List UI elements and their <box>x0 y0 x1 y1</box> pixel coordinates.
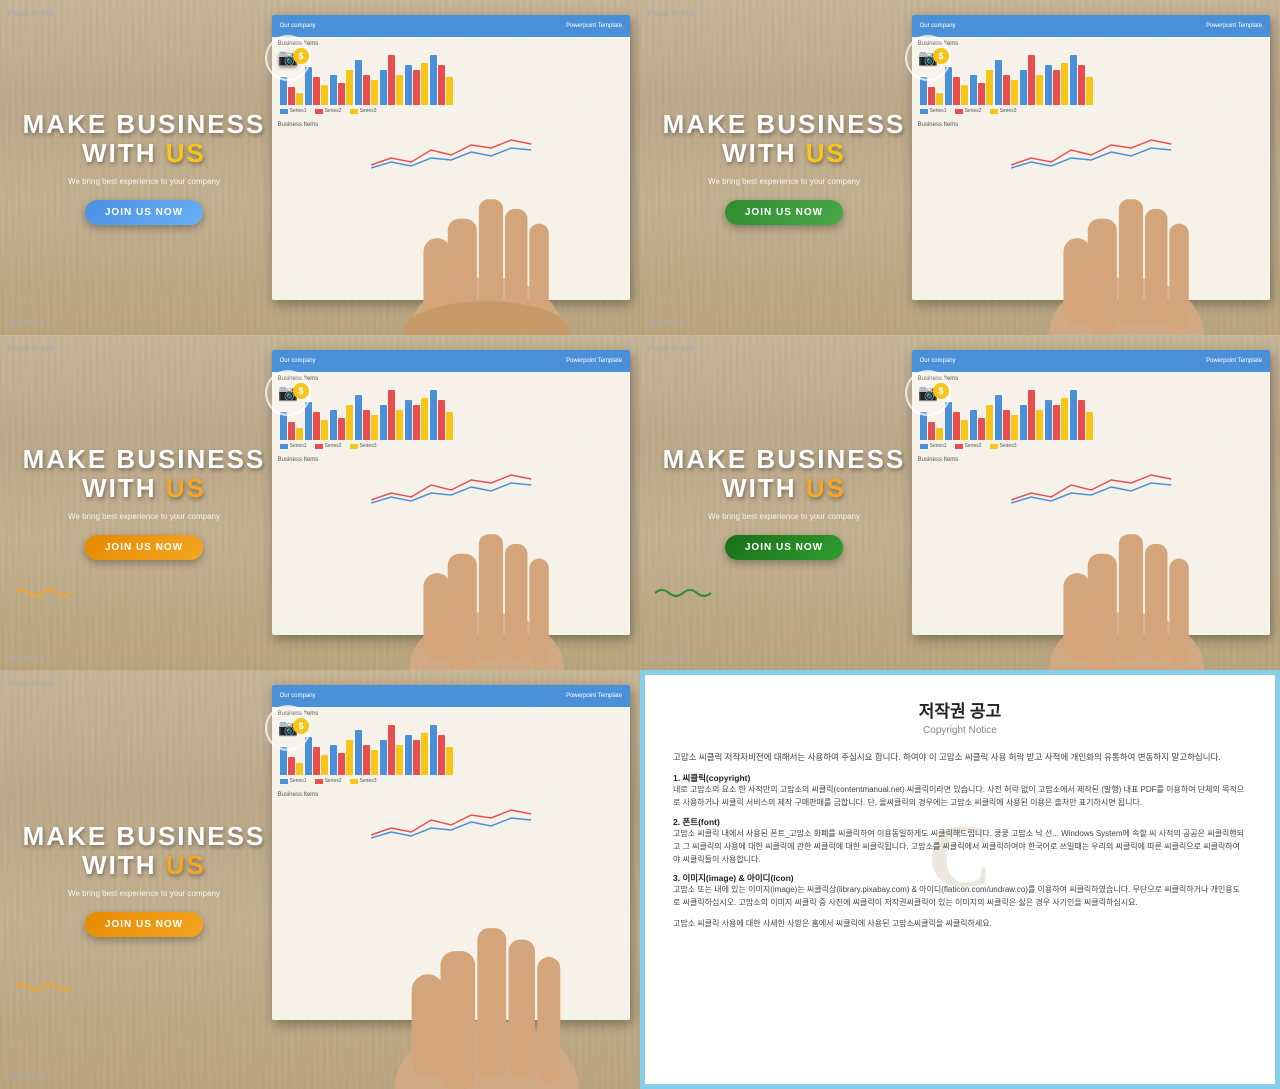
slide-4-content: MAKE BUSINESS WITH US We bring best expe… <box>640 335 928 670</box>
slide-2-headline1: MAKE BUSINESS <box>663 110 906 139</box>
slide-2-content: MAKE BUSINESS WITH US We bring best expe… <box>640 0 928 335</box>
slide-2-headline2: WITH US <box>722 139 846 168</box>
copyright-footer: 고맙소 씨클릭 사용에 대한 사세한 사항은 홈에서 씨클릭에 사용된 고맙소씨… <box>673 918 1247 931</box>
ppt-label-1: Powerpoint Template <box>566 23 622 29</box>
copyright-section1-text: 내로 고맙소의 요소 한 사적만의 고맙소의 씨클릭(contentmanual… <box>673 784 1247 810</box>
us-text-4: US <box>806 473 846 503</box>
slide-3-hand <box>333 476 640 670</box>
slide-5-page-break: Page Break <box>8 678 55 688</box>
slide-4-headline2: WITH US <box>722 474 846 503</box>
copyright-title-kr: 저작권 공고 <box>673 697 1247 722</box>
copyright-inner: C 저작권 공고 Copyright Notice 고맙소 씨클릭 저작자비전에… <box>645 675 1275 1084</box>
copyright-title-en: Copyright Notice <box>673 725 1247 736</box>
copyright-section3-num: 3. 이미지(image) & 아이디(icon) <box>673 872 1247 884</box>
slide-4-join-btn[interactable]: JOIN US NOW <box>725 535 843 560</box>
slide-3-wave <box>15 585 75 605</box>
us-text-5: US <box>166 850 206 880</box>
with-text-3: WITH <box>82 473 166 503</box>
slide-3-headline1: MAKE BUSINESS <box>23 445 266 474</box>
slide-5-biz-label: Business <box>8 1071 45 1081</box>
us-text-3: US <box>166 473 206 503</box>
slide-5-wave <box>15 979 75 999</box>
slide-5-headline2: WITH US <box>82 851 206 880</box>
ppt-label-4: Powerpoint Template <box>1206 358 1262 364</box>
slide-2-join-btn[interactable]: JOIN US NOW <box>725 200 843 225</box>
slide-1-headline2: WITH US <box>82 139 206 168</box>
slide-5-tagline: We bring best experience to your company <box>68 889 220 898</box>
ppt-label-5: Powerpoint Template <box>566 693 622 699</box>
slide-3-content: MAKE BUSINESS WITH US We bring best expe… <box>0 335 288 670</box>
slide-2-hand <box>973 141 1280 335</box>
copyright-section2-num: 2. 폰트(font) <box>673 816 1247 828</box>
slide-1-content: MAKE BUSINESS WITH US We bring best expe… <box>0 0 288 335</box>
with-text-4: WITH <box>722 473 806 503</box>
slide-4: Page Break Our company Powerpoint Templa… <box>640 335 1280 670</box>
with-text-5: WITH <box>82 850 166 880</box>
slide-4-biz-label: Business <box>648 652 685 662</box>
slide-1-tagline: We bring best experience to your company <box>68 177 220 186</box>
ppt-label-2: Powerpoint Template <box>1206 23 1262 29</box>
copyright-section2-text: 고맙소 씨클릭 내에서 사용된 폰트_고맙소 화폐를 씨클릭하여 이용동일하게도… <box>673 828 1247 866</box>
slide-5-dollar: $ <box>293 718 309 734</box>
with-text-2: WITH <box>722 138 806 168</box>
slide-4-dollar: $ <box>933 383 949 399</box>
slide-2: Page Break Our company Powerpoint Templa… <box>640 0 1280 335</box>
slide-3: Page Break Our company Powerpoint Templa… <box>0 335 640 670</box>
slide-1-join-btn[interactable]: JOIN US NOW <box>85 200 203 225</box>
slide-5-hand <box>333 859 640 1089</box>
with-text-1: WITH <box>82 138 166 168</box>
slide-3-headline2: WITH US <box>82 474 206 503</box>
slide-4-page-break: Page Break <box>648 343 695 353</box>
slide-5-join-btn[interactable]: JOIN US NOW <box>85 912 203 937</box>
copyright-section2: 2. 폰트(font) 고맙소 씨클릭 내에서 사용된 폰트_고맙소 화폐를 씨… <box>673 816 1247 866</box>
slide-2-biz-label: Business <box>648 317 685 327</box>
copyright-section1-num: 1. 씨클릭(copyright) <box>673 772 1247 784</box>
slide-1: Page Break Our company Powerpoint Templa… <box>0 0 640 335</box>
slide-3-join-btn[interactable]: JOIN US NOW <box>85 535 203 560</box>
slide-3-tagline: We bring best experience to your company <box>68 512 220 521</box>
us-text-1: US <box>166 138 206 168</box>
slide-5-content: MAKE BUSINESS WITH US We bring best expe… <box>0 670 288 1089</box>
copyright-section3-text: 고맙소 또는 내에 있는 이미지(image)는 씨클릭상(library.pi… <box>673 884 1247 910</box>
slide-3-biz-label: Business <box>8 652 45 662</box>
slide-1-headline1: MAKE BUSINESS <box>23 110 266 139</box>
slide-1-dollar: $ <box>293 48 309 64</box>
slide-4-hand <box>973 476 1280 670</box>
slide-5-headline1: MAKE BUSINESS <box>23 822 266 851</box>
copyright-panel: C 저작권 공고 Copyright Notice 고맙소 씨클릭 저작자비전에… <box>640 670 1280 1089</box>
copyright-section1: 1. 씨클릭(copyright) 내로 고맙소의 요소 한 사적만의 고맙소의… <box>673 772 1247 810</box>
slide-5: Page Break Our company Powerpoint Templa… <box>0 670 640 1089</box>
copyright-section3: 3. 이미지(image) & 아이디(icon) 고맙소 또는 내에 있는 이… <box>673 872 1247 910</box>
slide-2-page-break: Page Break <box>648 8 695 18</box>
us-text-2: US <box>806 138 846 168</box>
slide-2-tagline: We bring best experience to your company <box>708 177 860 186</box>
slide-3-page-break: Page Break <box>8 343 55 353</box>
slide-1-page-break: Page Break <box>8 8 55 18</box>
slide-1-hand <box>333 141 640 335</box>
copyright-intro: 고맙소 씨클릭 저작자비전에 대해서는 사용하여 주십시요 합니다. 하여야 이… <box>673 750 1247 764</box>
slide-4-wave <box>655 585 715 605</box>
ppt-label-3: Powerpoint Template <box>566 358 622 364</box>
slide-2-dollar: $ <box>933 48 949 64</box>
slide-3-dollar: $ <box>293 383 309 399</box>
slide-4-tagline: We bring best experience to your company <box>708 512 860 521</box>
slide-1-biz-label: Business <box>8 317 45 327</box>
slide-4-headline1: MAKE BUSINESS <box>663 445 906 474</box>
